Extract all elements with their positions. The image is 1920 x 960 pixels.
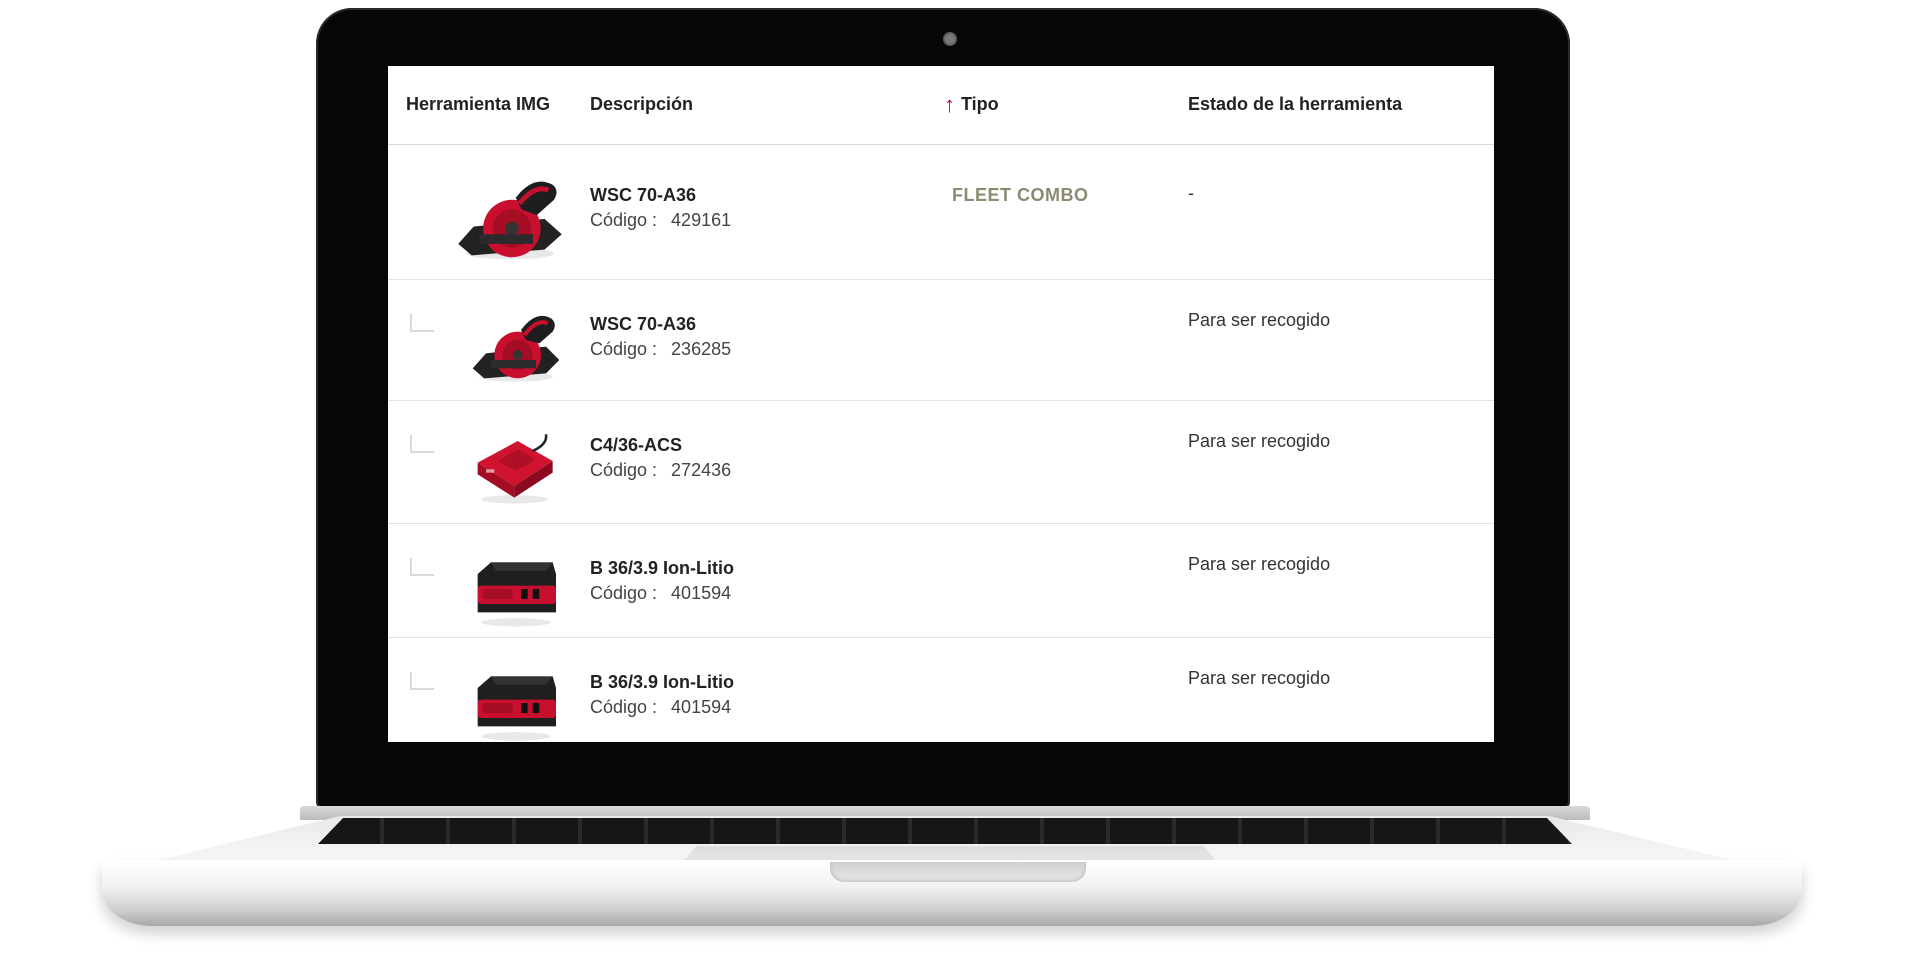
header-image[interactable]: Herramienta IMG: [406, 94, 550, 115]
tool-code: Código :272436: [590, 460, 732, 480]
tool-description: C4/36-ACS Código :272436: [590, 435, 731, 481]
circular-saw-icon: [458, 181, 562, 260]
tool-code: Código :236285: [590, 339, 732, 359]
child-indent-icon: [410, 558, 434, 576]
table-row[interactable]: B 36/3.9 Ion-Litio Código :401594 Para s…: [388, 524, 1494, 638]
tool-description: B 36/3.9 Ion-Litio Código :401594: [590, 558, 734, 604]
battery-pack-icon: [477, 562, 556, 627]
header-type-label: Tipo: [961, 94, 999, 114]
header-state[interactable]: Estado de la herramienta: [1188, 94, 1402, 115]
circular-saw-icon: [472, 315, 560, 382]
tool-state: Para ser recogido: [1188, 310, 1331, 330]
header-type[interactable]: ↑ Tipo: [944, 92, 999, 117]
tool-state: Para ser recogido: [1188, 431, 1331, 451]
tool-state: Para ser recogido: [1188, 554, 1331, 574]
table-header: Herramienta IMG Descripción ↑ Tipo Estado…: [388, 66, 1494, 145]
header-description[interactable]: Descripción: [590, 94, 693, 115]
tool-state: Para ser recogido: [1188, 668, 1331, 688]
table-row[interactable]: C4/36-ACS Código :272436 Para ser recogi…: [388, 401, 1494, 524]
tool-code: Código :429161: [590, 210, 732, 230]
tool-code: Código :401594: [590, 583, 732, 603]
tool-description: WSC 70-A36 Código :429161: [590, 185, 731, 231]
tool-name[interactable]: C4/36-ACS: [590, 435, 731, 456]
tool-code: Código :401594: [590, 697, 732, 717]
tool-description: WSC 70-A36 Código :236285: [590, 314, 731, 360]
battery-charger-icon: [477, 434, 553, 504]
tool-description: B 36/3.9 Ion-Litio Código :401594: [590, 672, 734, 718]
child-indent-icon: [410, 314, 434, 332]
child-indent-icon: [410, 435, 434, 453]
sort-ascending-icon: ↑: [944, 92, 955, 117]
battery-pack-icon: [477, 676, 556, 741]
tool-name[interactable]: B 36/3.9 Ion-Litio: [590, 558, 734, 579]
table-row[interactable]: WSC 70-A36 Código :429161 FLEET COMBO -: [388, 145, 1494, 280]
child-indent-icon: [410, 672, 434, 690]
webcam-icon: [943, 32, 957, 46]
laptop-screen: Herramienta IMG Descripción ↑ Tipo Estado…: [388, 66, 1494, 742]
keyboard-keys: [318, 818, 1572, 844]
laptop-mockup: Herramienta IMG Descripción ↑ Tipo Estado…: [0, 0, 1920, 960]
tool-type: FLEET COMBO: [952, 185, 1089, 205]
tool-name[interactable]: WSC 70-A36: [590, 185, 731, 206]
tool-state: -: [1188, 183, 1194, 203]
tool-name[interactable]: B 36/3.9 Ion-Litio: [590, 672, 734, 693]
table-row[interactable]: B 36/3.9 Ion-Litio Código :401594 Para s…: [388, 638, 1494, 742]
tool-name[interactable]: WSC 70-A36: [590, 314, 731, 335]
table-row[interactable]: WSC 70-A36 Código :236285 Para ser recog…: [388, 280, 1494, 401]
tools-table: Herramienta IMG Descripción ↑ Tipo Estado…: [388, 66, 1494, 742]
lid-notch: [830, 862, 1086, 882]
